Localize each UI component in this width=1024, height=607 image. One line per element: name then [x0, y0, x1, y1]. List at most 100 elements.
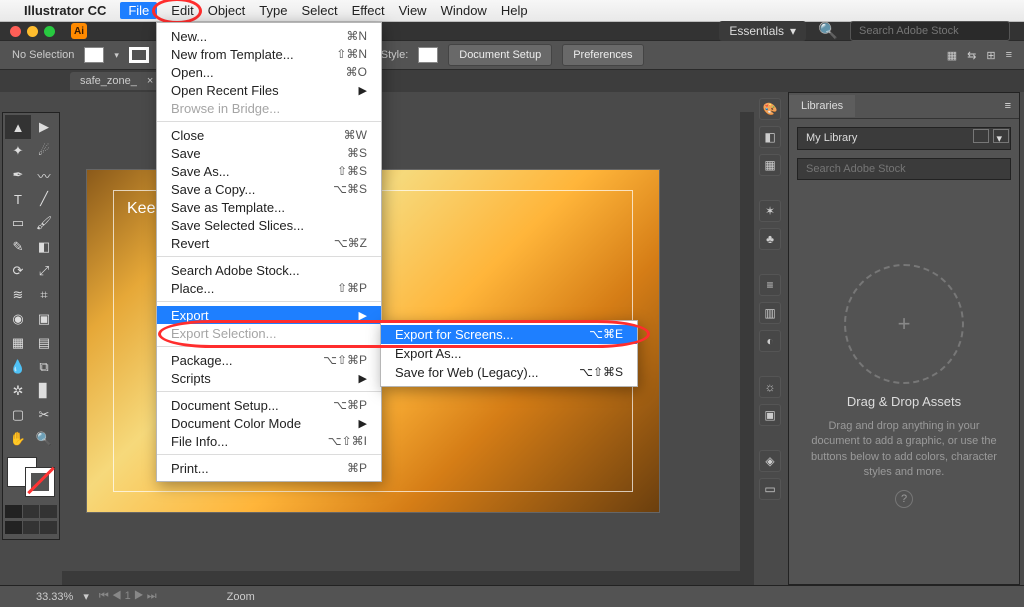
workspace-switcher[interactable]: Essentials ▾ — [719, 21, 806, 41]
fill-stroke-control[interactable] — [5, 455, 57, 503]
graphic-styles-icon[interactable]: ▣ — [759, 404, 781, 426]
window-close-icon[interactable] — [10, 26, 21, 37]
selection-tool[interactable]: ▲ — [5, 115, 31, 139]
eyedropper-tool[interactable]: 💧 — [5, 355, 31, 379]
mesh-tool[interactable]: ▦ — [5, 331, 31, 355]
transparency-panel-icon[interactable]: ◐ — [759, 330, 781, 352]
file-menu-item[interactable]: File Info...⌥⇧⌘I — [157, 432, 381, 450]
width-tool[interactable]: ≋ — [5, 283, 31, 307]
shape-builder-tool[interactable]: ◉ — [5, 307, 31, 331]
layers-panel-icon[interactable]: ◈ — [759, 450, 781, 472]
menu-edit[interactable]: Edit — [171, 3, 193, 18]
rotate-tool[interactable]: ⟳ — [5, 259, 31, 283]
rectangle-tool[interactable]: ▭ — [5, 211, 31, 235]
slice-tool[interactable]: ✂ — [31, 403, 57, 427]
brushes-icon[interactable]: ✶ — [759, 200, 781, 222]
file-menu-item[interactable]: Document Setup...⌥⌘P — [157, 396, 381, 414]
appearance-panel-icon[interactable]: ☼ — [759, 376, 781, 398]
file-menu-item[interactable]: Export▶ — [157, 306, 381, 324]
horizontal-scrollbar[interactable] — [62, 571, 740, 585]
menu-icon[interactable]: ≡ — [1006, 49, 1012, 62]
pen-tool[interactable]: ✒ — [5, 163, 31, 187]
grid-view-icon[interactable] — [973, 129, 989, 143]
eraser-tool[interactable]: ◧ — [31, 235, 57, 259]
color-panel-icon[interactable]: 🎨 — [759, 98, 781, 120]
magic-wand-tool[interactable]: ✦ — [5, 139, 31, 163]
file-menu-item[interactable]: Close⌘W — [157, 126, 381, 144]
file-menu-item[interactable]: New from Template...⇧⌘N — [157, 45, 381, 63]
file-menu-item[interactable]: Save a Copy...⌥⌘S — [157, 180, 381, 198]
file-menu-item[interactable]: Save⌘S — [157, 144, 381, 162]
zoom-value[interactable]: 33.33% — [36, 591, 73, 603]
gradient-panel-icon[interactable]: ▥ — [759, 302, 781, 324]
stroke-swatch[interactable] — [129, 47, 149, 63]
window-minimize-icon[interactable] — [27, 26, 38, 37]
file-menu-item[interactable]: Revert⌥⌘Z — [157, 234, 381, 252]
chevron-down-icon[interactable]: ▾ — [83, 590, 89, 603]
type-tool[interactable]: T — [5, 187, 31, 211]
menu-view[interactable]: View — [399, 3, 427, 18]
hand-tool[interactable]: ✋ — [5, 427, 31, 451]
drop-zone[interactable]: + — [844, 264, 964, 384]
graph-tool[interactable]: ▊ — [31, 379, 57, 403]
fill-swatch[interactable] — [84, 47, 104, 63]
paintbrush-tool[interactable]: 🖌 — [31, 211, 57, 235]
file-menu-item[interactable]: Document Color Mode▶ — [157, 414, 381, 432]
chevron-down-icon[interactable]: ▾ — [114, 50, 119, 61]
symbols-icon[interactable]: ♣ — [759, 228, 781, 250]
file-menu-item[interactable]: New...⌘N — [157, 27, 381, 45]
file-menu-item[interactable]: Place...⇧⌘P — [157, 279, 381, 297]
artboard-tool[interactable]: ▢ — [5, 403, 31, 427]
document-setup-button[interactable]: Document Setup — [448, 44, 552, 66]
panel-menu-icon[interactable]: ≡ — [1005, 100, 1019, 112]
vertical-scrollbar[interactable] — [740, 112, 754, 585]
file-menu-item[interactable]: Package...⌥⇧⌘P — [157, 351, 381, 369]
menu-help[interactable]: Help — [501, 3, 528, 18]
menu-file[interactable]: File — [120, 2, 157, 19]
libraries-tab[interactable]: Libraries — [789, 95, 855, 117]
file-menu-item[interactable]: Open...⌘O — [157, 63, 381, 81]
screen-mode-row[interactable] — [5, 521, 57, 534]
file-menu-item[interactable]: Save As...⇧⌘S — [157, 162, 381, 180]
file-menu-item[interactable]: Search Adobe Stock... — [157, 261, 381, 279]
transform-icon[interactable]: ⇆ — [967, 49, 976, 62]
blend-tool[interactable]: ⧉ — [31, 355, 57, 379]
file-menu-item[interactable]: Save as Template... — [157, 198, 381, 216]
file-menu-item[interactable]: Scripts▶ — [157, 369, 381, 387]
color-guide-icon[interactable]: ◧ — [759, 126, 781, 148]
app-name[interactable]: Illustrator CC — [24, 3, 106, 18]
document-tab[interactable]: safe_zone_ × — [70, 72, 167, 90]
symbol-sprayer-tool[interactable]: ✲ — [5, 379, 31, 403]
swatches-icon[interactable]: ▦ — [759, 154, 781, 176]
artboards-panel-icon[interactable]: ▭ — [759, 478, 781, 500]
free-transform-tool[interactable]: ⌗ — [31, 283, 57, 307]
file-menu-item[interactable]: Save Selected Slices... — [157, 216, 381, 234]
graphic-style-swatch[interactable] — [418, 47, 438, 63]
stroke-panel-icon[interactable]: ≡ — [759, 274, 781, 296]
menu-select[interactable]: Select — [301, 3, 337, 18]
list-view-icon[interactable] — [993, 129, 1009, 143]
search-icon[interactable]: 🔍 — [818, 21, 838, 41]
search-adobe-stock-input[interactable] — [850, 21, 1010, 41]
isolate-icon[interactable]: ⊞ — [986, 49, 995, 62]
window-zoom-icon[interactable] — [44, 26, 55, 37]
direct-selection-tool[interactable]: ▶ — [31, 115, 57, 139]
color-mode-row[interactable] — [5, 505, 57, 518]
align-icon[interactable]: ▦ — [947, 49, 957, 62]
library-search-input[interactable] — [797, 158, 1011, 180]
lasso-tool[interactable]: ☄ — [31, 139, 57, 163]
export-submenu-item[interactable]: Save for Web (Legacy)...⌥⇧⌘S — [381, 363, 637, 382]
scale-tool[interactable]: ⤢ — [31, 259, 57, 283]
perspective-tool[interactable]: ▣ — [31, 307, 57, 331]
preferences-button[interactable]: Preferences — [562, 44, 643, 66]
curvature-tool[interactable]: 〰 — [31, 163, 57, 187]
file-menu-item[interactable]: Print...⌘P — [157, 459, 381, 477]
menu-window[interactable]: Window — [441, 3, 487, 18]
export-submenu-item[interactable]: Export As... — [381, 344, 637, 363]
line-tool[interactable]: ╱ — [31, 187, 57, 211]
shaper-tool[interactable]: ✎ — [5, 235, 31, 259]
menu-effect[interactable]: Effect — [352, 3, 385, 18]
menu-type[interactable]: Type — [259, 3, 287, 18]
export-submenu-item[interactable]: Export for Screens...⌥⌘E — [381, 325, 637, 344]
help-icon[interactable]: ? — [895, 490, 913, 508]
